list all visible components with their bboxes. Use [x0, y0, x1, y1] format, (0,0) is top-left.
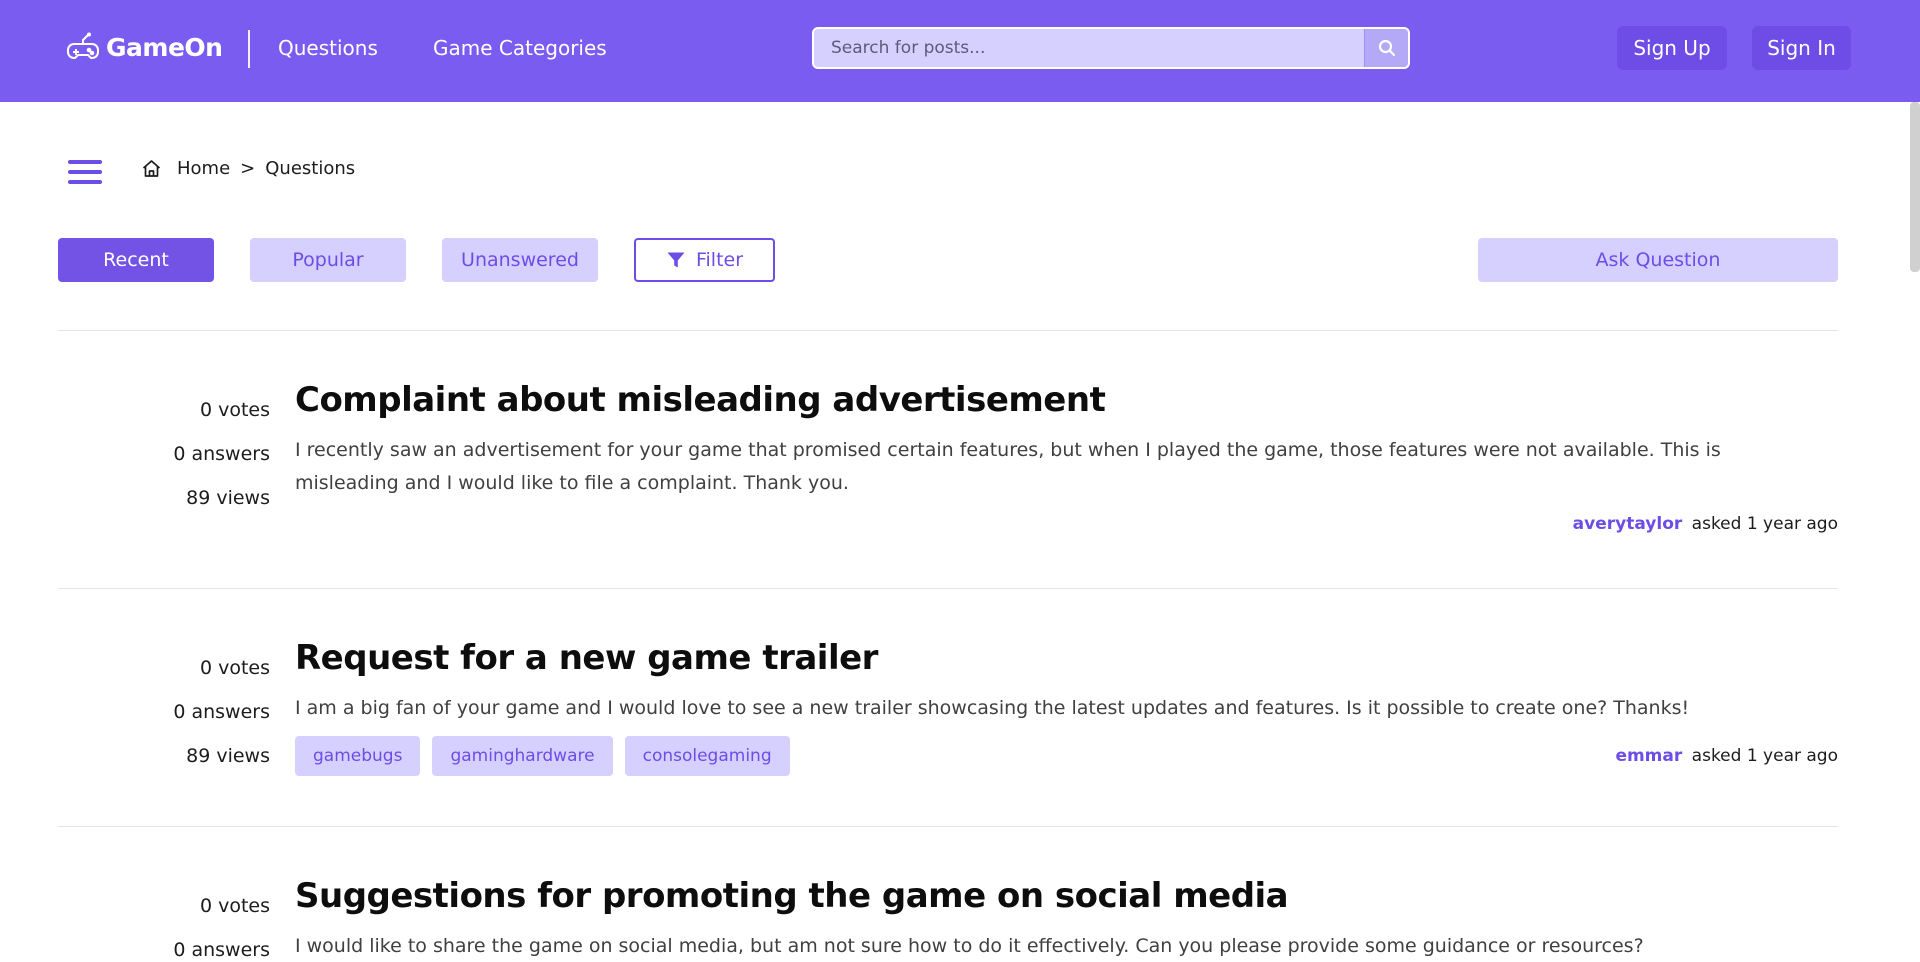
question-meta: emmar asked 1 year ago [1615, 746, 1838, 766]
sign-in-button[interactable]: Sign In [1752, 26, 1851, 70]
views-count: 89 views [186, 487, 270, 509]
tag-chip[interactable]: gamebugs [295, 736, 421, 776]
hamburger-line [68, 180, 102, 184]
sign-up-button[interactable]: Sign Up [1617, 26, 1727, 70]
answers-count: 0 answers [173, 939, 270, 961]
filter-button[interactable]: Filter [634, 238, 775, 282]
hamburger-line [68, 170, 102, 174]
breadcrumb-current: Questions [265, 158, 356, 179]
question-stats: 0 votes 0 answers [58, 884, 270, 962]
question-meta: averytaylor asked 1 year ago [1573, 514, 1838, 534]
sidebar-menu-button[interactable] [68, 160, 102, 184]
author-link[interactable]: averytaylor [1573, 514, 1683, 534]
filter-label: Filter [695, 249, 744, 271]
question-title[interactable]: Suggestions for promoting the game on so… [295, 876, 1289, 916]
tag-chip[interactable]: gaminghardware [432, 736, 613, 776]
tab-recent[interactable]: Recent [58, 238, 214, 282]
question-title[interactable]: Complaint about misleading advertisement [295, 380, 1106, 420]
search-icon [1378, 39, 1395, 57]
tab-popular[interactable]: Popular [250, 238, 406, 282]
nav-game-categories-link[interactable]: Game Categories [433, 36, 607, 60]
search-input[interactable] [814, 29, 1366, 67]
question-stats: 0 votes 0 answers 89 views [58, 646, 270, 778]
page-scrollbar[interactable] [1910, 102, 1920, 272]
question-card: 0 votes 0 answers Suggestions for promot… [58, 826, 1838, 962]
question-stats: 0 votes 0 answers 89 views [58, 388, 270, 520]
home-icon[interactable] [141, 158, 162, 179]
question-card: 0 votes 0 answers 89 views Complaint abo… [58, 330, 1838, 588]
question-title[interactable]: Request for a new game trailer [295, 638, 878, 678]
question-card: 0 votes 0 answers 89 views Request for a… [58, 588, 1838, 826]
hamburger-line [68, 160, 102, 164]
top-navbar: GameOn Questions Game Categories Sign Up… [0, 0, 1920, 102]
breadcrumb-separator: > [240, 158, 256, 179]
votes-count: 0 votes [199, 657, 270, 679]
asked-time: asked 1 year ago [1691, 514, 1838, 534]
tag-chip[interactable]: consolegaming [624, 736, 790, 776]
breadcrumb-home[interactable]: Home [177, 158, 230, 179]
brand-logo[interactable]: GameOn [66, 30, 223, 64]
tag-list: gamebugs gaminghardware consolegaming [295, 736, 790, 776]
search-bar [812, 27, 1410, 69]
question-excerpt: I recently saw an advertisement for your… [295, 439, 1721, 494]
votes-count: 0 votes [199, 895, 270, 917]
breadcrumb: Home > Questions [141, 158, 355, 179]
nav-divider [248, 30, 250, 68]
question-excerpt: I would like to share the game on social… [295, 935, 1644, 957]
asked-time: asked 1 year ago [1691, 746, 1838, 766]
search-button[interactable] [1364, 29, 1408, 67]
ask-question-button[interactable]: Ask Question [1478, 238, 1838, 282]
views-count: 89 views [186, 745, 270, 767]
answers-count: 0 answers [173, 701, 270, 723]
votes-count: 0 votes [199, 399, 270, 421]
gamepad-icon [67, 32, 99, 59]
author-link[interactable]: emmar [1615, 746, 1682, 766]
question-excerpt: I am a big fan of your game and I would … [295, 697, 1690, 719]
filter-icon [667, 252, 685, 268]
nav-questions-link[interactable]: Questions [278, 36, 378, 60]
answers-count: 0 answers [173, 443, 270, 465]
brand-name: GameOn [106, 32, 223, 62]
tab-unanswered[interactable]: Unanswered [442, 238, 598, 282]
